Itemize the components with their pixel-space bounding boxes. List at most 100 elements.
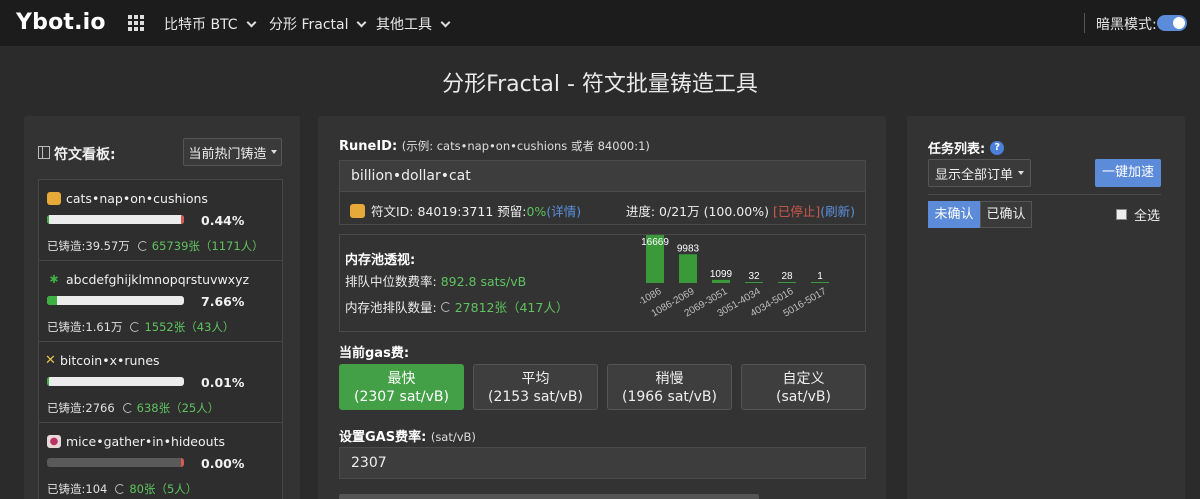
chart-data-label: 16669 [641,237,669,248]
apps-grid-icon[interactable] [128,15,144,31]
token-percent: 7.66% [201,294,245,309]
chart-bar [679,254,697,283]
token-percent: 0.00% [201,456,245,471]
cat-face-icon [350,203,365,218]
spinner-icon [130,322,141,332]
reserve-value: 0% [526,204,547,219]
nav-item-fractal[interactable]: 分形 Fractal [269,14,367,34]
chevron-down-icon [246,17,257,27]
chart-data-label: 28 [781,271,793,282]
task-list-label: 任务列表:? [928,138,1005,157]
rune-id-text: 符文ID: 84019:3711 预留: [371,204,527,219]
order-filter-dropdown[interactable]: 显示全部订单 [928,159,1031,187]
progress-bar [47,377,184,386]
caret-down-icon [270,150,277,154]
minted-amount: 已铸造:1.61万 [47,320,123,334]
stopped-badge: [已停止] [772,204,821,219]
mint-count: 638张（25人） [136,401,220,415]
mempool-fee-chart: 16669104-108699831086-206910992069-30513… [640,235,829,320]
list-item[interactable]: ✱ abcdefghijklmnopqrstuvwxyz 7.66% 已铸造:1.… [39,261,282,342]
list-item[interactable]: cats•nap•on•cushions 0.44% 已铸造:39.57万 657… [39,180,282,261]
spinner-icon [122,403,133,413]
progress-bar [47,215,184,224]
chart-bar [712,279,730,283]
token-name: mice•gather•in•hideouts [66,434,225,449]
median-fee-label: 排队中位数费率: [345,274,437,289]
select-all-label: 全选 [1134,209,1161,224]
hot-mint-dropdown[interactable]: 当前热门铸造 [183,138,282,166]
progress-bar [47,296,184,305]
gas-option-average[interactable]: 平均 (2153 sat/vB) [473,364,598,410]
caret-down-icon [1018,171,1024,175]
mempool-box: 内存池透视: 排队中位数费率: 892.8 sats/vB 内存池排队数量: 27… [339,234,866,332]
accelerate-all-button[interactable]: 一键加速 [1095,159,1161,187]
spinner-icon [137,241,148,251]
gas-option-fastest[interactable]: 最快 (2307 sat/vB) [339,364,464,410]
page-title: 分形Fractal - 符文批量铸造工具 [442,72,758,97]
chart-bar [811,282,829,283]
chart-data-label: 1 [817,271,823,282]
rune-id-input[interactable]: billion•dollar•cat [339,160,866,192]
mint-panel: RuneID: (示例: cats•nap•on•cushions 或者 840… [318,116,886,499]
gas-label: 当前gas费: [339,346,410,361]
mempool-title: 内存池透视: [345,253,416,268]
nav-item-btc[interactable]: 比特币 BTC [164,14,257,34]
gas-option-slow[interactable]: 稍慢 (1966 sat/vB) [607,364,732,410]
divider [928,194,1161,195]
chart-bar [778,282,796,283]
task-panel: 任务列表:? 显示全部订单 一键加速 未确认 已确认 全选 [907,116,1185,499]
queue-value: 27812张（417人） [454,300,569,315]
select-all-checkbox[interactable] [1116,209,1127,220]
mint-count: 65739张（1171人） [151,239,264,253]
token-name: cats•nap•on•cushions [66,191,208,206]
navbar: Ybot.io 比特币 BTC 分形 Fractal 其他工具 暗黑模式: [0,0,1200,46]
mint-count: 80张（5人） [129,482,198,496]
chevron-down-icon [440,17,451,27]
dark-mode-label: 暗黑模式: [1096,17,1157,33]
dark-mode-toggle[interactable] [1157,15,1187,31]
token-percent: 0.44% [201,213,245,228]
chart-bar [745,282,763,283]
progress-bar [47,458,184,467]
token-name: bitcoin•x•runes [60,353,160,368]
minted-amount: 已铸造:39.57万 [47,239,130,253]
brand-logo[interactable]: Ybot.io [16,10,106,35]
turtle-icon: ✱ [49,273,59,286]
set-gas-unit: (sat/vB) [430,430,476,444]
chart-data-label: 32 [748,271,760,282]
chart-data-label: 1099 [710,269,733,280]
board-title: 符文看板: [54,147,116,163]
minted-amount: 已铸造:2766 [47,401,115,415]
token-name: abcdefghijklmnopqrstuvwxyz [66,272,250,287]
refresh-link[interactable]: (刷新) [820,204,855,219]
median-fee-value: 892.8 sats/vB [440,274,527,289]
mouse-icon: ● [47,435,61,448]
board-icon [38,146,50,159]
minted-amount: 已铸造:104 [47,482,108,496]
gas-option-custom[interactable]: 自定义 (sat/vB) [741,364,866,410]
list-item[interactable]: ● mice•gather•in•hideouts 0.00% 已铸造:104 80… [39,423,282,499]
cut-off-text [339,494,759,499]
queue-label: 内存池排队数量: [345,300,437,315]
nav-divider [1084,13,1085,33]
tab-unconfirmed[interactable]: 未确认 [928,201,980,228]
rune-board-panel: 符文看板: 当前热门铸造 cats•nap•on•cushions 0.44% … [24,116,300,499]
nav-item-other-tools[interactable]: 其他工具 [376,14,451,34]
spinner-icon [115,484,126,494]
token-percent: 0.01% [201,375,245,390]
chevron-down-icon [357,17,367,27]
rune-id-label: RuneID: (示例: cats•nap•on•cushions 或者 840… [339,139,650,154]
rune-info-row: 符文ID: 84019:3711 预留:0%(详情) 进度: 0/21万 (10… [339,192,866,225]
tab-confirmed[interactable]: 已确认 [980,201,1032,228]
list-item[interactable]: ✕ bitcoin•x•runes 0.01% 已铸造:2766 638张（25人） [39,342,282,423]
gas-rate-input[interactable]: 2307 [339,447,866,479]
detail-link[interactable]: (详情) [546,204,581,219]
mint-count: 1552张（43人） [144,320,235,334]
progress-text: 进度: 0/21万 (100.00%) [625,204,769,219]
help-icon[interactable]: ? [990,140,1005,155]
rune-id-hint: (示例: cats•nap•on•cushions 或者 84000:1) [401,139,650,153]
x-icon: ✕ [45,353,56,368]
spinner-icon [440,301,451,312]
token-list[interactable]: cats•nap•on•cushions 0.44% 已铸造:39.57万 657… [38,179,283,499]
cat-face-icon [47,192,61,205]
